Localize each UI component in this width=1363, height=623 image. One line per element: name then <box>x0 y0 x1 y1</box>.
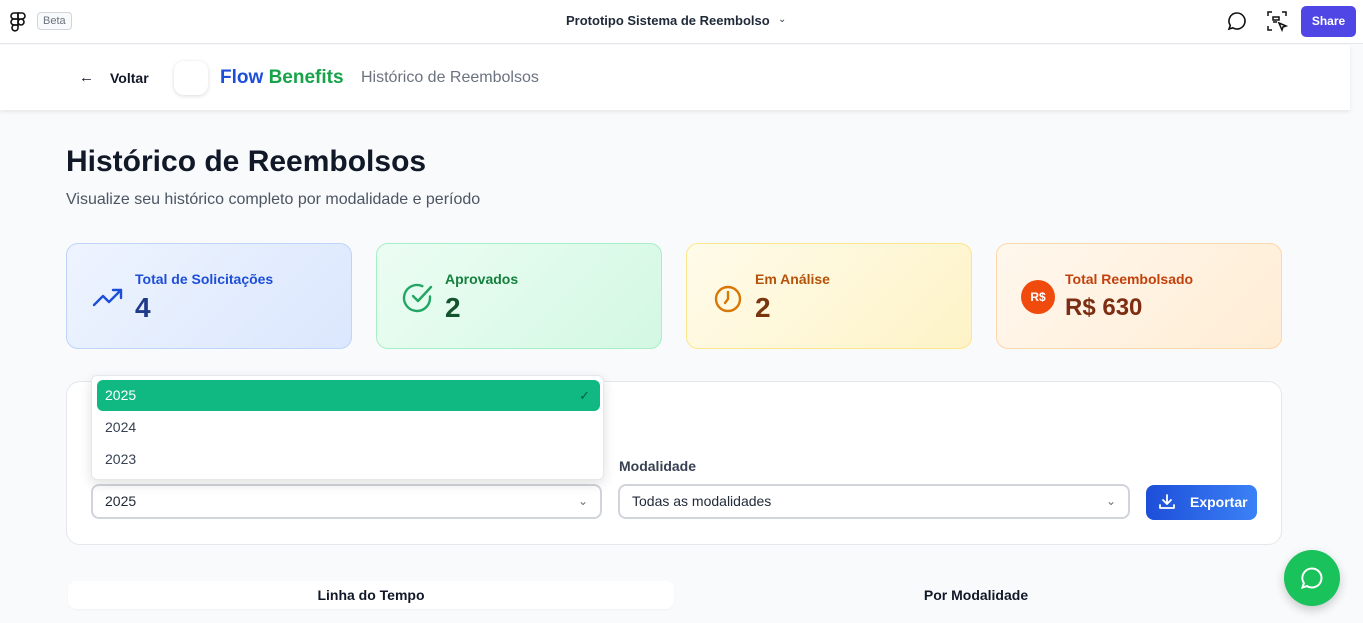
currency-badge-icon: R$ <box>1021 280 1055 314</box>
modality-label: Modalidade <box>619 458 697 474</box>
tab-timeline[interactable]: Linha do Tempo <box>68 581 674 609</box>
clock-icon <box>714 285 742 313</box>
app-logo <box>174 61 208 95</box>
stat-label: Em Análise <box>755 271 830 287</box>
chevron-down-icon: ⌄ <box>1105 494 1116 508</box>
export-label: Exportar <box>1190 494 1248 510</box>
figma-logo-icon[interactable] <box>10 12 26 32</box>
share-button[interactable]: Share <box>1301 6 1356 37</box>
year-option[interactable]: 2023 <box>97 444 600 475</box>
chat-button[interactable] <box>1284 550 1340 606</box>
brand-benefits: Benefits <box>268 67 344 88</box>
page-subtitle: Visualize seu histórico completo por mod… <box>66 191 481 208</box>
stat-label: Total de Solicitações <box>135 271 274 287</box>
chat-icon <box>1300 567 1323 590</box>
stat-card-reimbursed: R$ Total Reembolsado R$ 630 <box>996 243 1282 349</box>
brand-flow: Flow <box>220 67 264 88</box>
stat-card-total: Total de Solicitações 4 <box>66 243 352 349</box>
page-title: Histórico de Reembolsos <box>66 145 427 178</box>
download-icon <box>1159 494 1175 509</box>
export-button[interactable]: Exportar <box>1146 485 1257 520</box>
stat-value: 4 <box>135 292 151 323</box>
comment-icon[interactable] <box>1226 10 1248 32</box>
year-select-value: 2025 <box>105 493 137 509</box>
arrow-left-icon[interactable]: ← <box>79 69 94 86</box>
year-option[interactable]: 2025 ✓ <box>97 380 600 411</box>
figma-toolbar: Beta Prototipo Sistema de Reembolso ⌄ Sh… <box>0 0 1363 44</box>
check-circle-icon <box>402 283 433 313</box>
header-subtitle: Histórico de Reembolsos <box>361 69 539 86</box>
tab-by-modality[interactable]: Por Modalidade <box>672 581 1280 609</box>
beta-badge: Beta <box>37 12 72 30</box>
stat-value: R$ 630 <box>1065 294 1143 321</box>
stat-value: 2 <box>755 292 771 323</box>
year-dropdown-menu: 2025 ✓ 2024 2023 <box>91 375 604 480</box>
chevron-down-icon: ⌄ <box>577 494 588 508</box>
stat-card-approved: Aprovados 2 <box>376 243 662 349</box>
view-tabs: Linha do Tempo Por Modalidade <box>66 578 1282 610</box>
year-select[interactable]: 2025 ⌄ <box>91 484 602 519</box>
inspect-icon[interactable] <box>1266 10 1288 32</box>
brand-name: Flow Benefits <box>220 67 344 89</box>
stat-card-analysis: Em Análise 2 <box>686 243 972 349</box>
back-button[interactable]: Voltar <box>110 70 149 86</box>
modality-select[interactable]: Todas as modalidades ⌄ <box>618 484 1130 519</box>
year-option-label: 2025 <box>105 387 137 403</box>
year-option-label: 2023 <box>105 451 137 467</box>
year-option[interactable]: 2024 <box>97 412 600 443</box>
stat-label: Aprovados <box>445 271 519 287</box>
trending-up-icon <box>92 288 123 307</box>
year-option-label: 2024 <box>105 419 137 435</box>
app-header: ← Voltar Flow Benefits Histórico de Reem… <box>0 45 1350 110</box>
stat-label: Total Reembolsado <box>1065 271 1194 287</box>
stat-value: 2 <box>445 292 461 323</box>
chevron-down-icon[interactable]: ⌄ <box>778 14 786 25</box>
check-icon: ✓ <box>579 388 590 403</box>
modality-select-value: Todas as modalidades <box>632 493 772 509</box>
prototype-title[interactable]: Prototipo Sistema de Reembolso <box>566 13 770 28</box>
